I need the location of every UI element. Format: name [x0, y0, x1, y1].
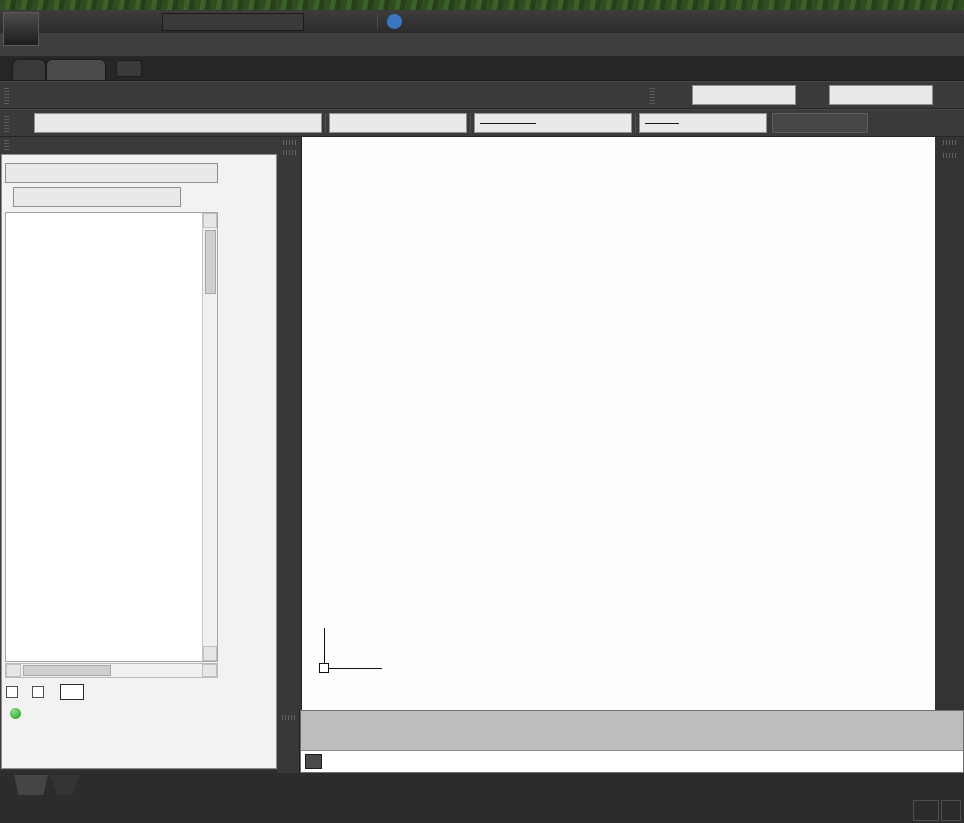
color-combo[interactable] [329, 113, 467, 133]
lineweight-combo[interactable] [639, 113, 767, 133]
menu-bar [0, 33, 964, 57]
precision-badge[interactable] [60, 684, 84, 700]
toolbar-grip[interactable] [283, 140, 297, 145]
layer-properties-button[interactable] [13, 112, 34, 134]
title-bar [0, 10, 964, 33]
ucs-icon [310, 608, 410, 688]
lineweight-sample [645, 123, 679, 124]
command-history [301, 711, 963, 750]
title-right-icons [314, 14, 411, 29]
desktop-background [0, 0, 964, 10]
scroll-down-icon[interactable] [203, 646, 217, 661]
coordinates-display [913, 800, 939, 821]
scale-combo[interactable] [13, 187, 181, 207]
linetype-combo[interactable] [474, 113, 632, 133]
command-prompt-icon [305, 754, 322, 769]
linetype-sample [480, 123, 536, 124]
update-status-icon [10, 708, 21, 719]
dim-style-combo[interactable] [829, 85, 933, 105]
ucs-y-axis [324, 628, 325, 668]
divider [470, 113, 471, 133]
styles-area [646, 84, 960, 106]
palette-grip[interactable] [0, 137, 278, 153]
horizontal-scrollbar[interactable] [5, 663, 218, 678]
command-line-panel [278, 710, 964, 773]
toolbar-grip[interactable] [650, 86, 655, 104]
tab-model[interactable] [14, 775, 48, 795]
divider [325, 113, 326, 133]
palette-tabs [2, 155, 276, 159]
space-button[interactable] [941, 800, 961, 821]
document-tabs [0, 57, 964, 81]
scroll-right-icon[interactable] [202, 664, 217, 677]
table-style-icon[interactable] [939, 84, 960, 106]
toolbar-grip[interactable] [943, 140, 957, 145]
toolbar-grip[interactable] [4, 114, 9, 132]
text-style-combo[interactable] [692, 85, 796, 105]
new-layout-button[interactable] [50, 775, 80, 795]
divider [377, 15, 378, 29]
osnapz-checkbox[interactable] [32, 686, 44, 698]
classifier-list [5, 212, 218, 662]
status-bar [913, 798, 961, 822]
command-line [300, 710, 964, 773]
help-button[interactable] [387, 14, 402, 29]
tab-start[interactable] [12, 59, 46, 80]
command-input-row [301, 750, 963, 772]
drawing-canvas[interactable] [302, 137, 935, 710]
standard-toolbar [0, 81, 964, 109]
mdi-window-controls [942, 33, 958, 56]
toolbar-grip[interactable] [283, 150, 297, 155]
plotstyle-combo [772, 113, 868, 133]
layers-toolbar [0, 109, 964, 137]
toolbar-grip[interactable] [282, 715, 296, 720]
application-window [0, 0, 964, 823]
toolbar-grip[interactable] [943, 153, 957, 158]
ucs-x-axis [324, 668, 382, 669]
toolbar-grip[interactable] [4, 86, 9, 104]
layer-combo[interactable] [34, 113, 322, 133]
search-input[interactable] [163, 15, 310, 29]
vertical-scrollbar[interactable] [202, 213, 217, 661]
skeleton-model-checkbox[interactable] [6, 686, 18, 698]
palette-body [1, 154, 277, 769]
tab-drawing1[interactable] [46, 59, 106, 80]
scroll-left-icon[interactable] [6, 664, 21, 677]
scrollbar-thumb[interactable] [205, 230, 216, 294]
new-tab-button[interactable] [116, 60, 142, 77]
ucs-origin [319, 663, 329, 673]
layout-tabs [14, 775, 80, 795]
classifier-combo[interactable] [5, 163, 218, 183]
bottom-bar [0, 773, 964, 823]
command-line-controls [278, 710, 300, 773]
modify-toolbar [935, 137, 964, 710]
scroll-up-icon[interactable] [203, 213, 217, 228]
draw-toolbar [278, 137, 302, 710]
help-search-box [162, 13, 304, 31]
dim-style-icon[interactable] [802, 84, 823, 106]
app-logo[interactable] [3, 12, 39, 46]
scrollbar-thumb[interactable] [23, 665, 111, 676]
text-style-icon[interactable] [665, 84, 686, 106]
command-input[interactable] [330, 754, 963, 770]
classifier-palette [0, 137, 278, 770]
divider [635, 113, 636, 133]
